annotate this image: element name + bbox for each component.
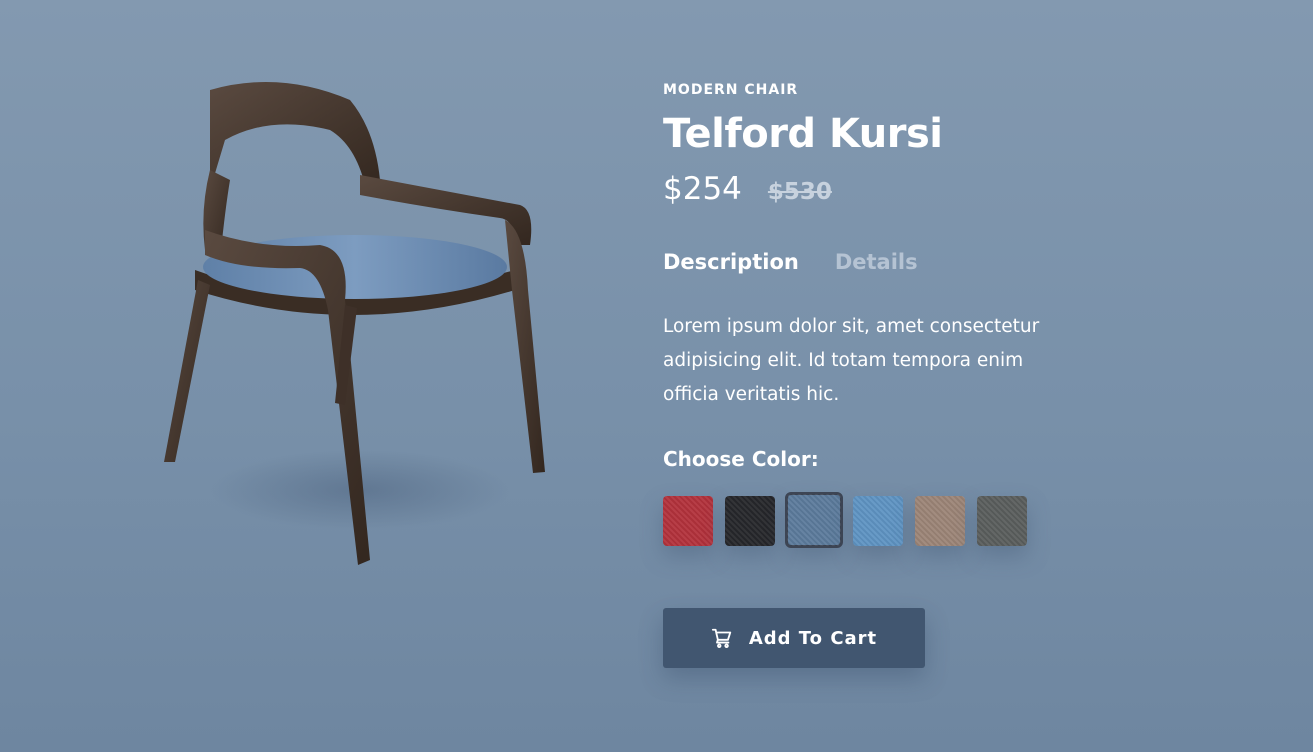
color-swatch-light-blue[interactable] [853,496,903,546]
color-swatch-blue-velvet[interactable] [785,492,843,548]
price-row: $254 $530 [663,170,1123,208]
cart-icon [711,627,733,649]
product-image [150,70,570,590]
tab-description[interactable]: Description [663,248,799,276]
chair-image [164,82,545,565]
choose-color-label: Choose Color: [663,447,819,471]
color-swatch-beige[interactable] [915,496,965,546]
original-price: $530 [767,179,832,205]
color-swatch-gray[interactable] [977,496,1027,546]
product-info: MODERN CHAIR Telford Kursi $254 $530 Des… [663,80,1123,668]
product-page: MODERN CHAIR Telford Kursi $254 $530 Des… [0,0,1313,752]
product-title: Telford Kursi [663,111,943,157]
color-swatches [663,492,1123,548]
add-to-cart-button[interactable]: Add To Cart [663,608,925,668]
add-to-cart-label: Add To Cart [748,627,878,649]
current-price: $254 [663,171,742,207]
color-swatch-red[interactable] [663,496,713,546]
tab-details[interactable]: Details [835,248,918,276]
product-category: MODERN CHAIR [663,82,799,98]
product-description: Lorem ipsum dolor sit, amet consectetur … [663,316,1040,405]
product-tabs: Description Details [663,248,1123,276]
color-swatch-black[interactable] [725,496,775,546]
